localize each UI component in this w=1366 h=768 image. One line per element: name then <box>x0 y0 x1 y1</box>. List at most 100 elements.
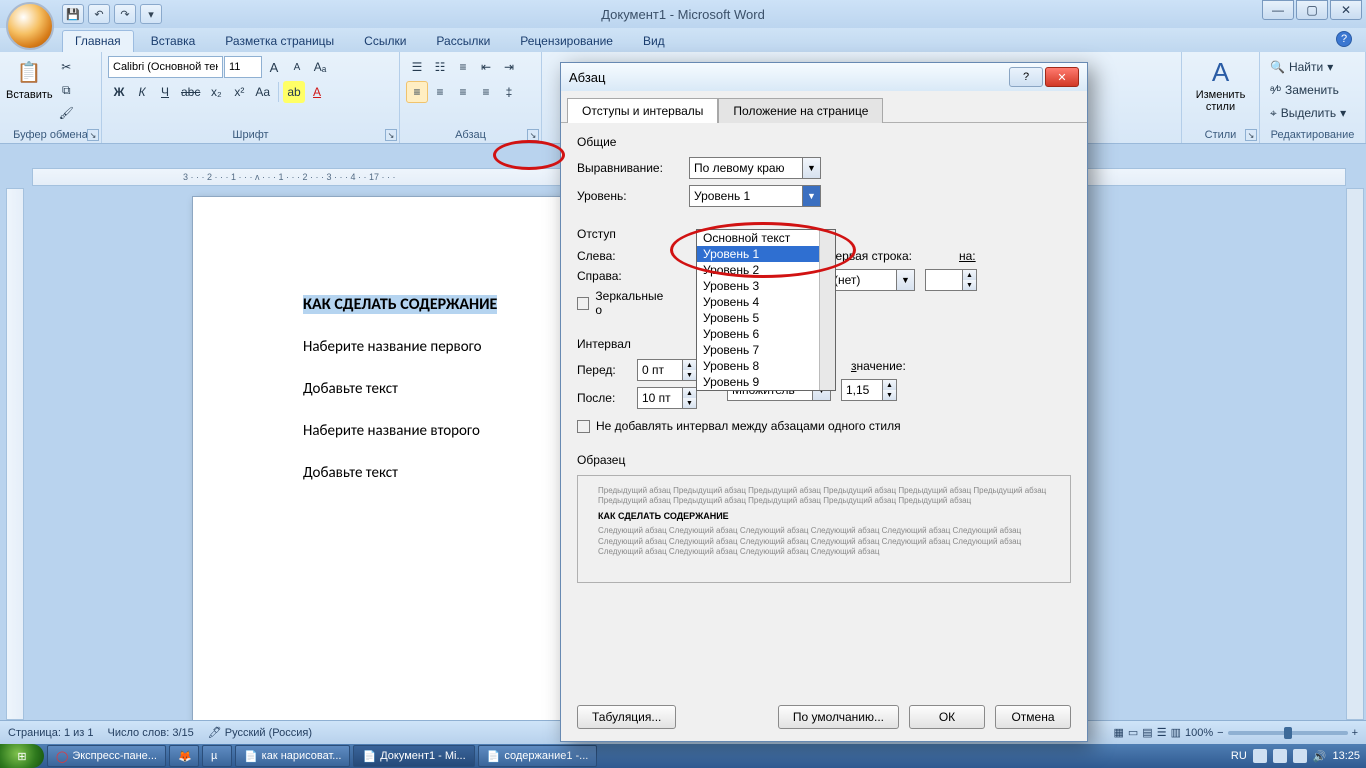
office-button[interactable] <box>6 2 54 50</box>
tab-page-layout[interactable]: Разметка страницы <box>212 30 347 52</box>
dialog-titlebar[interactable]: Абзац ? ✕ <box>561 63 1087 91</box>
status-page[interactable]: Страница: 1 из 1 <box>8 727 94 739</box>
increase-indent-button[interactable]: ⇥ <box>498 56 520 78</box>
tab-insert[interactable]: Вставка <box>138 30 209 52</box>
level-option[interactable]: Уровень 9 <box>697 374 835 390</box>
dialog-tab-indents[interactable]: Отступы и интервалы <box>567 98 718 123</box>
level-option[interactable]: Уровень 5 <box>697 310 835 326</box>
taskbar-item[interactable]: 🦊 <box>169 745 199 767</box>
set-default-button[interactable]: По умолчанию... <box>778 705 899 729</box>
undo-button[interactable]: ↶ <box>88 4 110 24</box>
tray-volume-icon[interactable]: 🔊 <box>1313 750 1327 763</box>
qat-customize-button[interactable]: ▾ <box>140 4 162 24</box>
zoom-out-button[interactable]: − <box>1217 727 1223 739</box>
highlight-button[interactable]: ab <box>283 81 305 103</box>
tab-home[interactable]: Главная <box>62 30 134 52</box>
first-line-combo[interactable]: (нет)▼ <box>829 269 915 291</box>
numbering-button[interactable]: ☷ <box>429 56 451 78</box>
redo-button[interactable]: ↷ <box>114 4 136 24</box>
zoom-in-button[interactable]: + <box>1352 727 1358 739</box>
line-spacing-button[interactable]: ‡ <box>498 81 520 103</box>
view-outline-button[interactable]: ☰ <box>1157 726 1167 739</box>
tab-review[interactable]: Рецензирование <box>507 30 626 52</box>
dialog-tab-position[interactable]: Положение на странице <box>718 98 883 123</box>
level-dropdown-list[interactable]: Основной текст Уровень 1 Уровень 2 Урове… <box>696 229 836 391</box>
dont-add-space-checkbox[interactable] <box>577 420 590 433</box>
chevron-down-icon[interactable]: ▼ <box>802 186 820 206</box>
font-size-combo[interactable] <box>224 56 262 78</box>
dialog-close-button[interactable]: ✕ <box>1045 67 1079 87</box>
decrease-indent-button[interactable]: ⇤ <box>475 56 497 78</box>
copy-button[interactable]: ⧉ <box>55 79 78 101</box>
doc-heading[interactable]: КАК СДЕЛАТЬ СОДЕРЖАНИЕ <box>303 295 497 314</box>
tab-references[interactable]: Ссылки <box>351 30 419 52</box>
font-launcher[interactable]: ↘ <box>385 129 397 141</box>
align-right-button[interactable]: ≡ <box>452 81 474 103</box>
dialog-help-button[interactable]: ? <box>1009 67 1043 87</box>
strikethrough-button[interactable]: abc <box>177 81 204 103</box>
ok-button[interactable]: ОК <box>909 705 985 729</box>
change-styles-icon[interactable]: A <box>1205 56 1237 88</box>
underline-button[interactable]: Ч <box>154 81 176 103</box>
level-option[interactable]: Уровень 8 <box>697 358 835 374</box>
language-indicator[interactable]: RU <box>1231 750 1247 762</box>
vertical-ruler[interactable] <box>6 188 24 720</box>
chevron-down-icon[interactable]: ▼ <box>896 270 914 290</box>
line-spacing-value-spinner[interactable]: 1,15▲▼ <box>841 379 897 401</box>
spacing-after-spinner[interactable]: 10 пт▲▼ <box>637 387 697 409</box>
cancel-button[interactable]: Отмена <box>995 705 1071 729</box>
italic-button[interactable]: К <box>131 81 153 103</box>
bullets-button[interactable]: ☰ <box>406 56 428 78</box>
align-left-button[interactable]: ≡ <box>406 81 428 103</box>
level-option[interactable]: Уровень 4 <box>697 294 835 310</box>
spacing-before-spinner[interactable]: 0 пт▲▼ <box>637 359 697 381</box>
view-print-layout-button[interactable]: ▦ <box>1113 726 1123 739</box>
tab-view[interactable]: Вид <box>630 30 678 52</box>
change-case-button[interactable]: Aa <box>251 81 274 103</box>
shrink-font-button[interactable]: A <box>286 56 308 78</box>
level-option[interactable]: Уровень 1 <box>697 246 835 262</box>
level-option[interactable]: Уровень 7 <box>697 342 835 358</box>
paste-button[interactable]: Вставить <box>6 89 53 101</box>
cut-button[interactable]: ✂ <box>55 56 78 78</box>
superscript-button[interactable]: x² <box>228 81 250 103</box>
close-button[interactable]: ✕ <box>1330 0 1362 20</box>
help-button[interactable]: ? <box>1336 31 1352 47</box>
change-styles-button[interactable]: Изменить стили <box>1196 89 1246 113</box>
status-language[interactable]: 🖊 Русский (Россия) <box>208 726 312 739</box>
subscript-button[interactable]: x₂ <box>205 81 227 103</box>
font-name-combo[interactable] <box>108 56 223 78</box>
view-full-screen-button[interactable]: ▭ <box>1128 726 1138 739</box>
font-color-button[interactable]: A <box>306 81 328 103</box>
outline-level-combo[interactable]: Уровень 1▼ <box>689 185 821 207</box>
level-option[interactable]: Уровень 3 <box>697 278 835 294</box>
clock[interactable]: 13:25 <box>1332 750 1360 762</box>
first-line-value-spinner[interactable]: ▲▼ <box>925 269 977 291</box>
dropdown-scrollbar[interactable] <box>819 230 835 390</box>
clipboard-launcher[interactable]: ↘ <box>87 129 99 141</box>
vertical-scrollbar[interactable] <box>1346 188 1364 720</box>
alignment-combo[interactable]: По левому краю▼ <box>689 157 821 179</box>
select-button[interactable]: ⌖Выделить ▾ <box>1266 102 1359 124</box>
align-justify-button[interactable]: ≡ <box>475 81 497 103</box>
format-painter-button[interactable]: 🖌 <box>55 102 78 124</box>
replace-button[interactable]: ᵃ⁄ᵇЗаменить <box>1266 79 1359 101</box>
find-button[interactable]: 🔍Найти ▾ <box>1266 56 1359 78</box>
multilevel-button[interactable]: ≡ <box>452 56 474 78</box>
level-option[interactable]: Уровень 2 <box>697 262 835 278</box>
tray-icon[interactable] <box>1293 749 1307 763</box>
maximize-button[interactable]: ▢ <box>1296 0 1328 20</box>
start-button[interactable]: ⊞ <box>0 744 44 768</box>
taskbar-item[interactable]: 📄как нарисоват... <box>235 745 351 767</box>
chevron-down-icon[interactable]: ▼ <box>802 158 820 178</box>
align-center-button[interactable]: ≡ <box>429 81 451 103</box>
mirror-indents-checkbox[interactable] <box>577 297 589 310</box>
paste-icon[interactable]: 📋 <box>13 56 45 88</box>
taskbar-item[interactable]: ◯Экспресс-пане... <box>47 745 166 767</box>
minimize-button[interactable]: — <box>1262 0 1294 20</box>
tabulation-button[interactable]: Табуляция... <box>577 705 676 729</box>
clear-formatting-button[interactable]: Aₐ <box>309 56 331 78</box>
level-option[interactable]: Основной текст <box>697 230 835 246</box>
view-web-layout-button[interactable]: ▤ <box>1142 726 1152 739</box>
zoom-level[interactable]: 100% <box>1185 727 1213 739</box>
